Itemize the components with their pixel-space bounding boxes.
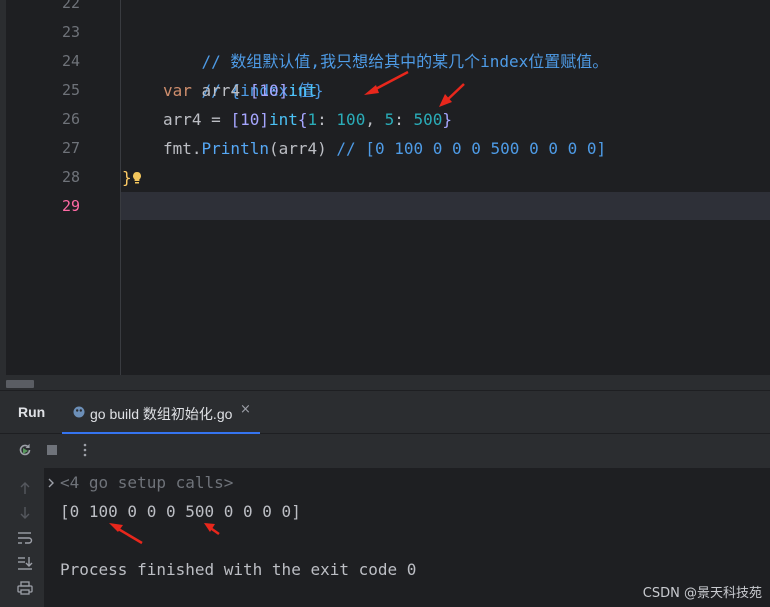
- code-package: fmt.: [163, 139, 202, 158]
- line-number: 25: [61, 81, 80, 99]
- code-line-24[interactable]: // {index:值}: [163, 47, 324, 100]
- code-colon: :: [394, 110, 414, 129]
- code-identifier: arr4: [191, 81, 250, 100]
- code-args: (arr4): [268, 139, 337, 158]
- code-comma: ,: [365, 110, 385, 129]
- annotation-arrow-icon: [204, 523, 220, 536]
- folded-setup-calls[interactable]: <4 go setup calls>: [60, 472, 233, 494]
- run-tool-window-header: Run go build 数组初始化.go ×: [0, 391, 770, 434]
- code-keyword: var: [163, 81, 192, 100]
- arrow-down-icon[interactable]: [16, 505, 34, 521]
- code-number: 5: [384, 110, 395, 129]
- more-options-icon[interactable]: [77, 442, 93, 458]
- line-number: 26: [61, 110, 80, 128]
- watermark: CSDN @景天科技苑: [642, 586, 762, 601]
- go-file-icon: [73, 406, 85, 418]
- code-array-size: [10]: [249, 81, 289, 100]
- code-array-size: [10]: [230, 110, 269, 129]
- code-open-brace: {: [297, 110, 308, 129]
- code-number: 100: [336, 110, 366, 129]
- line-number: 28: [61, 168, 80, 186]
- run-title[interactable]: Run: [18, 404, 45, 420]
- print-icon[interactable]: [16, 580, 34, 596]
- code-identifier: arr4 =: [163, 110, 231, 129]
- program-output: [0 100 0 0 0 500 0 0 0 0]: [60, 502, 301, 521]
- code-line-25[interactable]: var arr4 [10]int: [163, 76, 317, 105]
- code-line-26[interactable]: arr4 = [10]int{1: 100, 5: 500}: [163, 105, 452, 134]
- stop-icon[interactable]: [44, 442, 60, 458]
- line-number: 24: [61, 52, 80, 70]
- code-function: Println: [201, 139, 269, 158]
- chevron-right-icon[interactable]: [47, 477, 55, 489]
- code-line-23[interactable]: // 数组默认值,我只想给其中的某几个index位置赋值。: [163, 18, 609, 71]
- code-editor[interactable]: 22 23 24 25 26 27 28 29 // 数组默认值,我只想给其中的…: [0, 0, 770, 375]
- code-number: 1: [307, 110, 318, 129]
- code-line-27[interactable]: fmt.Println(arr4) // [0 100 0 0 0 500 0 …: [163, 134, 606, 163]
- code-colon: :: [317, 110, 337, 129]
- close-icon[interactable]: ×: [240, 402, 251, 417]
- code-type: int: [268, 110, 298, 129]
- line-number-current: 29: [61, 197, 80, 215]
- code-comment: // [0 100 0 0 0 500 0 0 0 0]: [336, 139, 607, 158]
- console-output[interactable]: <4 go setup calls> [0 100 0 0 0 500 0 0 …: [44, 468, 770, 607]
- line-number-gutter: 22 23 24 25 26 27 28 29: [6, 0, 121, 375]
- arrow-up-icon[interactable]: [16, 480, 34, 496]
- tab-go-build[interactable]: go build 数组初始化.go ×: [62, 391, 260, 434]
- editor-horizontal-scrollbar[interactable]: [6, 380, 34, 388]
- code-type: int: [288, 81, 318, 100]
- line-number: 27: [61, 139, 80, 157]
- current-line-highlight: [36, 192, 770, 220]
- run-toolbar: [0, 434, 770, 467]
- tab-label: go build 数组初始化.go: [90, 406, 233, 422]
- code-number: 500: [413, 110, 443, 129]
- rerun-icon[interactable]: [17, 442, 33, 458]
- soft-wrap-icon[interactable]: [16, 530, 34, 546]
- line-number: 23: [61, 23, 80, 41]
- lightbulb-icon[interactable]: [131, 171, 143, 185]
- scroll-to-end-icon[interactable]: [16, 555, 34, 571]
- code-close-brace: }: [442, 110, 453, 129]
- line-number: 22: [61, 0, 80, 12]
- console-side-toolbar: [0, 468, 44, 607]
- process-finished-message: Process finished with the exit code 0: [60, 560, 417, 579]
- annotation-arrow-icon: [109, 523, 143, 545]
